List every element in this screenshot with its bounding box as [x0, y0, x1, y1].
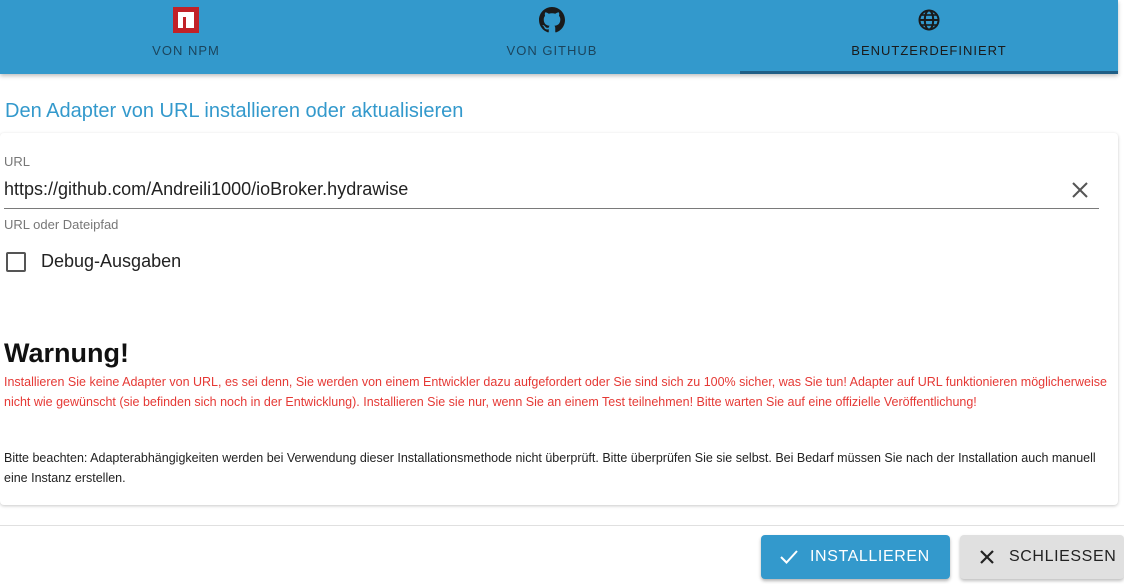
install-button[interactable]: INSTALLIEREN [761, 535, 950, 579]
tab-custom[interactable]: BENUTZERDEFINIERT [740, 0, 1118, 74]
install-button-label: INSTALLIEREN [810, 548, 930, 565]
page-heading: Den Adapter von URL installieren oder ak… [5, 100, 464, 122]
close-icon [978, 547, 998, 567]
url-helper-text: URL oder Dateipfad [4, 217, 119, 232]
clear-url-button[interactable] [1066, 176, 1094, 204]
check-icon [779, 547, 799, 567]
npm-icon [173, 7, 199, 33]
tab-bar: VON NPM VON GITHUB BENUTZERDEFINIERT [0, 0, 1118, 74]
url-input-underline [4, 208, 1099, 209]
tab-npm[interactable]: VON NPM [0, 0, 372, 74]
active-tab-indicator [740, 71, 1118, 74]
url-input[interactable] [4, 176, 1044, 202]
github-icon [539, 7, 565, 33]
globe-icon [917, 7, 941, 33]
close-button-label: SCHLIESSEN [1009, 548, 1117, 565]
warning-text: Installieren Sie keine Adapter von URL, … [4, 375, 1107, 409]
note-text: Bitte beachten: Adapterabhängigkeiten we… [4, 451, 1096, 485]
tab-github[interactable]: VON GITHUB [366, 0, 738, 74]
tab-npm-label: VON NPM [152, 43, 220, 58]
dialog-divider [0, 525, 1124, 526]
close-button[interactable]: SCHLIESSEN [960, 535, 1124, 579]
close-icon [1072, 182, 1088, 198]
tab-custom-label: BENUTZERDEFINIERT [851, 43, 1007, 58]
debug-checkbox-label[interactable]: Debug-Ausgaben [41, 251, 181, 272]
url-label: URL [4, 154, 31, 169]
debug-checkbox[interactable] [6, 252, 26, 272]
warning-title: Warnung! [4, 338, 129, 368]
tab-github-label: VON GITHUB [506, 43, 598, 58]
